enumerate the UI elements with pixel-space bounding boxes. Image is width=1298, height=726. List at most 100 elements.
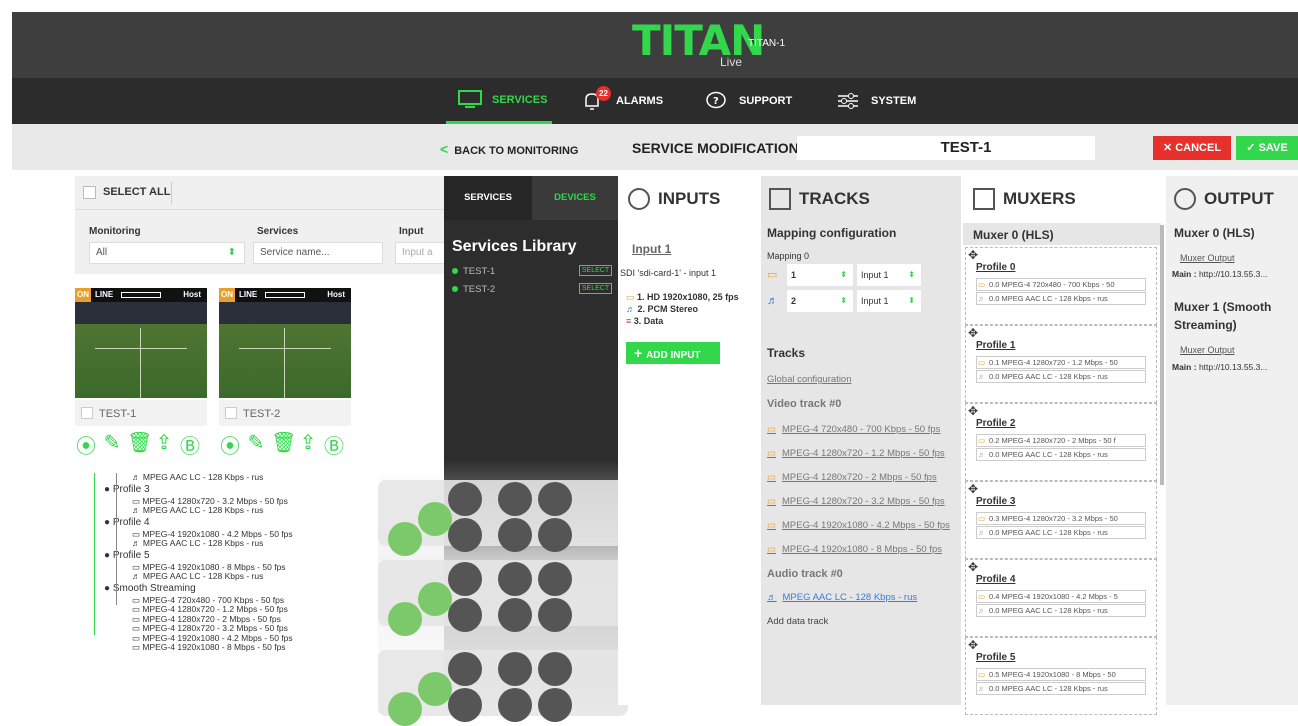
video-stream-select[interactable]: 0.1 MPEG-4 1280x720 - 1.2 Mbps - 50 <box>976 356 1146 369</box>
global-configuration-link[interactable]: Global configuration <box>767 374 852 385</box>
input-filter[interactable]: Input a <box>395 242 445 264</box>
bnc-connector[interactable] <box>498 562 532 596</box>
video-track-link[interactable]: ▭ MPEG-4 1280x720 - 2 Mbps - 50 fps <box>767 472 937 483</box>
video-stream-select[interactable]: 0.5 MPEG-4 1920x1080 - 8 Mbps - 50 <box>976 668 1146 681</box>
audio-stream-select[interactable]: 0.0 MPEG AAC LC - 128 Kbps - rus <box>976 682 1146 695</box>
backup-icon[interactable]: Ⓑ <box>179 430 201 459</box>
service-name-input[interactable]: TEST-1 <box>797 136 1095 160</box>
add-input-button[interactable]: + ADD INPUT <box>626 342 720 364</box>
trash-icon[interactable]: 🗑 <box>271 430 296 459</box>
stop-icon[interactable]: ⦿ <box>75 430 97 459</box>
bnc-connector[interactable] <box>418 582 452 616</box>
input-select[interactable]: Input 1 ⬍ <box>857 264 921 286</box>
video-track-link[interactable]: ▭ MPEG-4 1920x1080 - 4.2 Mbps - 50 fps <box>767 520 950 531</box>
muxer-output-link[interactable]: Muxer Output <box>1180 253 1235 263</box>
bnc-connector[interactable] <box>448 688 482 722</box>
video-stream-select[interactable]: 0.4 MPEG-4 1920x1080 - 4.2 Mbps - 5 <box>976 590 1146 603</box>
bnc-connector[interactable] <box>498 598 532 632</box>
audio-stream-select[interactable]: 0.0 MPEG AAC LC - 128 Kbps - rus <box>976 448 1146 461</box>
nav-services[interactable]: SERVICES <box>446 78 552 124</box>
audio-stream-select[interactable]: 0.0 MPEG AAC LC - 128 Kbps - rus <box>976 604 1146 617</box>
muxers-scrollbar[interactable] <box>1160 225 1164 485</box>
card-checkbox[interactable] <box>81 407 93 419</box>
nav-support[interactable]: ? SUPPORT <box>705 78 792 124</box>
bnc-connector[interactable] <box>538 562 572 596</box>
edit-icon[interactable]: ✎ <box>101 430 123 459</box>
library-item[interactable]: TEST-1 <box>452 266 495 277</box>
bnc-connector[interactable] <box>448 652 482 686</box>
profile-title[interactable]: Profile 2 <box>976 418 1015 429</box>
move-icon[interactable]: ✥ <box>968 482 978 496</box>
bnc-connector[interactable] <box>388 692 422 726</box>
video-thumbnail[interactable]: ON LINE Host <box>219 288 351 398</box>
track-select[interactable]: 2 ⬍ <box>787 290 853 312</box>
service-card[interactable]: ON LINE Host TEST-1 ⦿ ✎ 🗑 ⇪ Ⓑ <box>75 288 207 458</box>
select-button[interactable]: SELECT <box>579 283 612 294</box>
track-select[interactable]: 1 ⬍ <box>787 264 853 286</box>
bnc-connector[interactable] <box>388 602 422 636</box>
input-select[interactable]: Input 1 ⬍ <box>857 290 921 312</box>
export-icon[interactable]: ⇪ <box>297 430 319 459</box>
move-icon[interactable]: ✥ <box>968 404 978 418</box>
audio-stream-select[interactable]: 0.0 MPEG AAC LC - 128 Kbps - rus <box>976 370 1146 383</box>
video-stream-select[interactable]: 0.0 MPEG-4 720x480 - 700 Kbps - 50 <box>976 278 1146 291</box>
trash-icon[interactable]: 🗑 <box>127 430 152 459</box>
video-stream-select[interactable]: 0.3 MPEG-4 1280x720 - 3.2 Mbps - 50 <box>976 512 1146 525</box>
audio-stream-select[interactable]: 0.0 MPEG AAC LC - 128 Kbps - rus <box>976 292 1146 305</box>
profile-title[interactable]: Profile 0 <box>976 262 1015 273</box>
add-data-track-link[interactable]: Add data track <box>767 616 828 627</box>
bnc-connector[interactable] <box>498 518 532 552</box>
muxer-output-link[interactable]: Muxer Output <box>1180 345 1235 355</box>
input-1-link[interactable]: Input 1 <box>632 242 671 256</box>
bnc-connector[interactable] <box>538 598 572 632</box>
audio-stream-select[interactable]: 0.0 MPEG AAC LC - 128 Kbps - rus <box>976 526 1146 539</box>
tab-services[interactable]: SERVICES <box>444 176 532 220</box>
select-all-checkbox[interactable] <box>83 186 96 199</box>
bnc-connector[interactable] <box>448 562 482 596</box>
move-icon[interactable]: ✥ <box>968 326 978 340</box>
video-track-link[interactable]: ▭ MPEG-4 720x480 - 700 Kbps - 50 fps <box>767 424 940 435</box>
bnc-connector[interactable] <box>388 522 422 556</box>
card-checkbox[interactable] <box>225 407 237 419</box>
library-item[interactable]: TEST-2 <box>452 284 495 295</box>
edit-icon[interactable]: ✎ <box>245 430 267 459</box>
bnc-connector[interactable] <box>448 518 482 552</box>
bnc-connector[interactable] <box>538 688 572 722</box>
bnc-connector[interactable] <box>498 688 532 722</box>
stop-icon[interactable]: ⦿ <box>219 430 241 459</box>
nav-system[interactable]: SYSTEM <box>837 78 916 124</box>
video-thumbnail[interactable]: ON LINE Host <box>75 288 207 398</box>
cancel-button[interactable]: ✕ CANCEL <box>1153 136 1231 160</box>
video-track-link[interactable]: ▭ MPEG-4 1280x720 - 1.2 Mbps - 50 fps <box>767 448 945 459</box>
backup-icon[interactable]: Ⓑ <box>323 430 345 459</box>
service-card[interactable]: ON LINE Host TEST-2 ⦿ ✎ 🗑 ⇪ Ⓑ <box>219 288 351 458</box>
service-name-filter[interactable]: Service name... <box>253 242 383 264</box>
bnc-connector[interactable] <box>448 482 482 516</box>
profile-title[interactable]: Profile 3 <box>976 496 1015 507</box>
select-button[interactable]: SELECT <box>579 265 612 276</box>
profile-title[interactable]: Profile 4 <box>976 574 1015 585</box>
move-icon[interactable]: ✥ <box>968 638 978 652</box>
bnc-connector[interactable] <box>538 652 572 686</box>
bnc-connector[interactable] <box>498 652 532 686</box>
move-icon[interactable]: ✥ <box>968 560 978 574</box>
bnc-connector[interactable] <box>448 598 482 632</box>
nav-alarms[interactable]: 22 ALARMS <box>582 78 663 124</box>
move-icon[interactable]: ✥ <box>968 248 978 262</box>
save-button[interactable]: ✓ SAVE <box>1236 136 1298 160</box>
video-track-link[interactable]: ▭ MPEG-4 1920x1080 - 8 Mbps - 50 fps <box>767 544 942 555</box>
back-to-monitoring-link[interactable]: < BACK TO MONITORING <box>440 141 578 157</box>
video-track-link[interactable]: ▭ MPEG-4 1280x720 - 3.2 Mbps - 50 fps <box>767 496 945 507</box>
profile-title[interactable]: Profile 1 <box>976 340 1015 351</box>
video-stream-select[interactable]: 0.2 MPEG-4 1280x720 - 2 Mbps - 50 f <box>976 434 1146 447</box>
tab-devices[interactable]: DEVICES <box>532 176 618 220</box>
monitoring-select[interactable]: All ⬍ <box>89 242 245 264</box>
export-icon[interactable]: ⇪ <box>153 430 175 459</box>
profile-title[interactable]: Profile 5 <box>976 652 1015 663</box>
bnc-connector[interactable] <box>418 672 452 706</box>
bnc-connector[interactable] <box>538 482 572 516</box>
bnc-connector[interactable] <box>538 518 572 552</box>
bnc-connector[interactable] <box>498 482 532 516</box>
audio-track-link[interactable]: ♬ MPEG AAC LC - 128 Kbps - rus <box>767 592 917 603</box>
bnc-connector[interactable] <box>418 502 452 536</box>
